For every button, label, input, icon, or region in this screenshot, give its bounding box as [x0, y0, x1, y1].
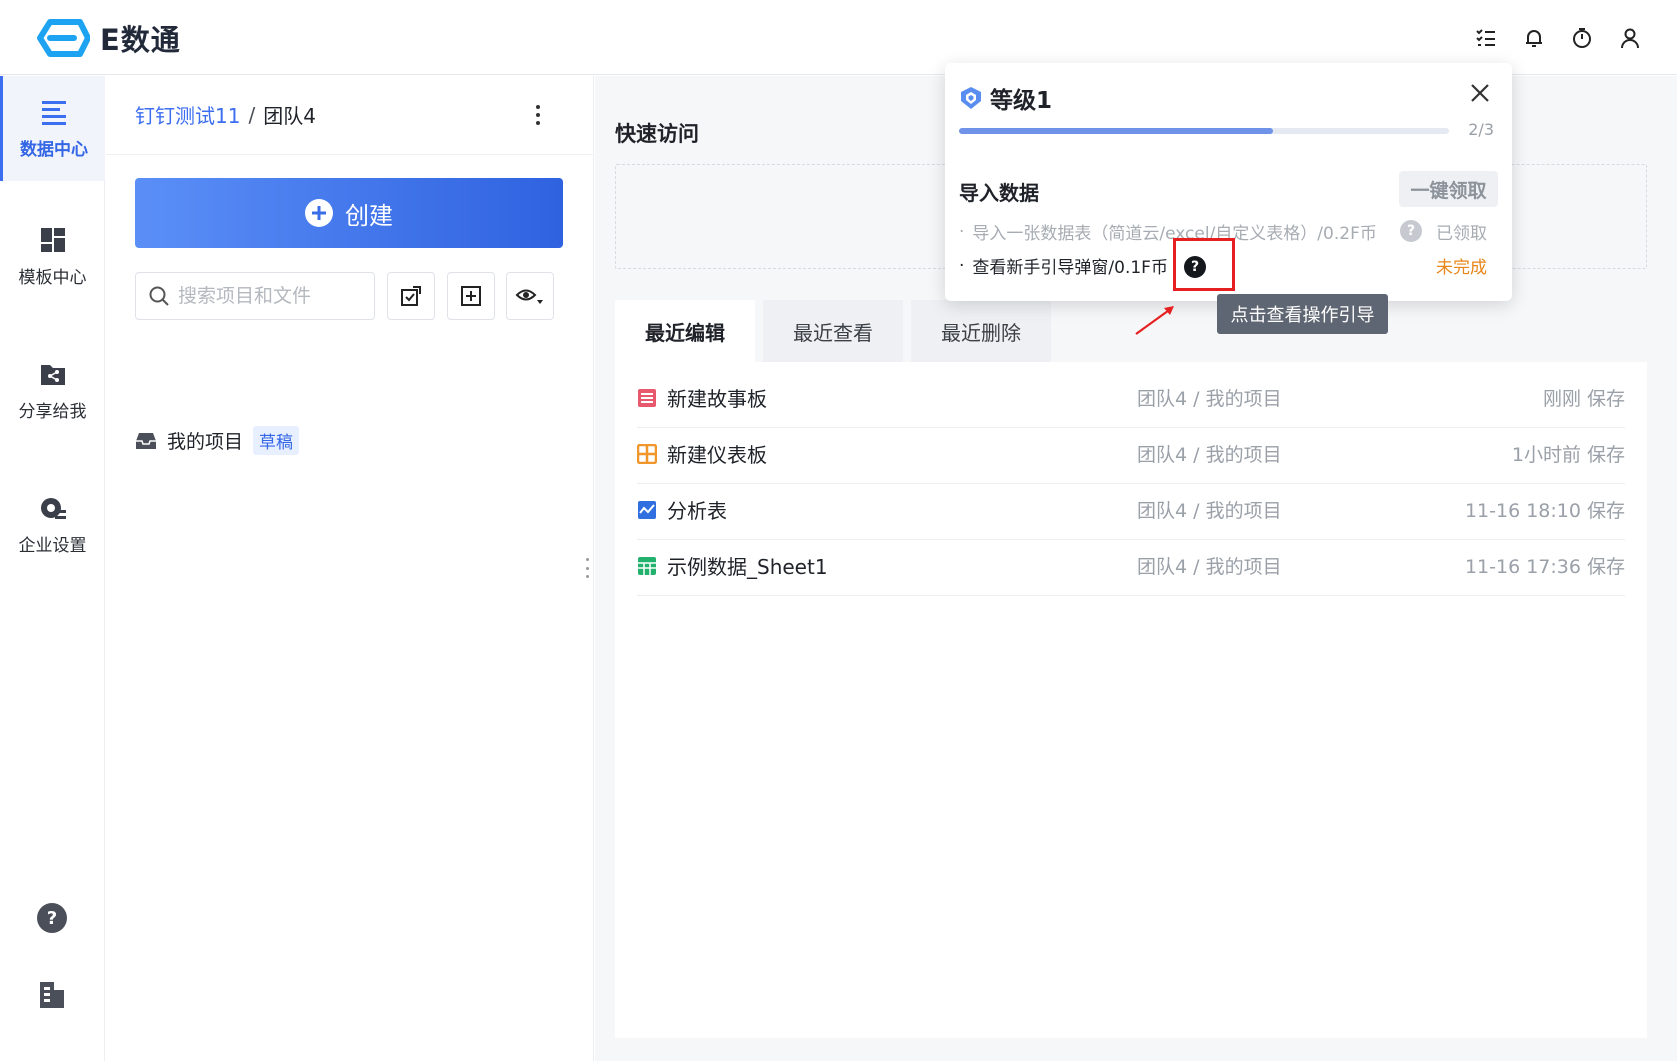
- app-logo[interactable]: E数通: [30, 16, 181, 60]
- analysis-icon: [638, 500, 656, 519]
- task-help-icon[interactable]: ?: [1400, 220, 1422, 242]
- file-time: 1小时前 保存: [1511, 444, 1625, 466]
- file-path: 团队4 / 我的项目: [1137, 388, 1282, 410]
- file-list: 新建故事板 团队4 / 我的项目 刚刚 保存 新建仪表板 团队4 / 我的项目 …: [615, 362, 1647, 1038]
- nav-item-data-center[interactable]: 数据中心: [0, 76, 105, 181]
- breadcrumb-org[interactable]: 钉钉测试11: [135, 100, 240, 129]
- building-icon[interactable]: [36, 978, 68, 1010]
- file-time: 11-16 18:10 保存: [1464, 500, 1625, 522]
- file-path: 团队4 / 我的项目: [1137, 556, 1282, 578]
- nav-item-shared-with-me[interactable]: 分享给我: [0, 338, 105, 443]
- level-badge-icon: [961, 87, 981, 109]
- nav-label: 企业设置: [18, 536, 87, 556]
- task-title: 导入数据: [959, 181, 1039, 205]
- nav-label: 分享给我: [18, 402, 87, 422]
- task-status: 已领取: [1436, 224, 1487, 244]
- timer-icon[interactable]: [1570, 20, 1594, 56]
- project-name: 我的项目: [167, 431, 244, 453]
- left-nav: 数据中心 模板中心 分享给我 企业设置 ?: [0, 76, 105, 1061]
- level-progress-text: 2/3: [1468, 120, 1494, 139]
- tab-recent-edit[interactable]: 最近编辑: [615, 300, 755, 362]
- level-progress-fill: [959, 128, 1273, 134]
- project-item[interactable]: 我的项目 草稿: [135, 426, 300, 455]
- file-time: 刚刚 保存: [1542, 388, 1625, 410]
- claim-all-button[interactable]: 一键领取: [1399, 171, 1498, 207]
- tab-recent-view[interactable]: 最近查看: [763, 300, 903, 362]
- logo-mark-icon: [37, 19, 90, 57]
- task-text: 查看新手引导弹窗/0.1F币: [972, 258, 1168, 278]
- level-progress-bar: [959, 128, 1449, 134]
- divider: [106, 154, 594, 155]
- guide-tooltip: 点击查看操作引导: [1217, 294, 1388, 334]
- file-row[interactable]: 新建仪表板 团队4 / 我的项目 1小时前 保存: [637, 424, 1625, 484]
- view-options-button[interactable]: [506, 272, 554, 320]
- create-button[interactable]: 创建: [135, 178, 563, 248]
- draft-badge: 草稿: [253, 426, 300, 455]
- plus-circle-icon: [305, 199, 333, 227]
- svg-text:?: ?: [47, 908, 57, 929]
- storyboard-icon: [638, 388, 656, 407]
- recent-tabs: 最近编辑 最近查看 最近删除: [615, 300, 1051, 362]
- file-row[interactable]: 分析表 团队4 / 我的项目 11-16 18:10 保存: [637, 480, 1625, 540]
- help-icon[interactable]: ?: [36, 902, 68, 934]
- add-square-icon: [461, 286, 481, 306]
- file-name: 示例数据_Sheet1: [667, 555, 828, 579]
- bell-icon[interactable]: [1522, 20, 1546, 56]
- task-item: · 查看新手引导弹窗/0.1F币: [959, 253, 1168, 279]
- tab-recent-delete[interactable]: 最近删除: [911, 300, 1051, 362]
- breadcrumb: 钉钉测试11 / 团队4: [135, 100, 316, 129]
- file-path: 团队4 / 我的项目: [1137, 444, 1282, 466]
- checkbox-export-icon: [401, 286, 421, 306]
- create-button-label: 创建: [345, 201, 393, 230]
- level-title-text: 等级1: [990, 88, 1053, 114]
- nav-item-enterprise-settings[interactable]: 企业设置: [0, 472, 105, 577]
- project-panel: 钉钉测试11 / 团队4 创建 我的项目 草稿: [106, 76, 594, 1061]
- file-name: 分析表: [667, 499, 727, 523]
- eye-dropdown-icon: [515, 289, 543, 304]
- file-path: 团队4 / 我的项目: [1137, 500, 1282, 522]
- file-name: 新建仪表板: [667, 443, 767, 467]
- share-icon: [40, 365, 65, 385]
- template-icon: [40, 228, 65, 252]
- file-row[interactable]: 新建故事板 团队4 / 我的项目 刚刚 保存: [637, 368, 1625, 428]
- task-status: 未完成: [1436, 258, 1487, 278]
- search-icon: [149, 286, 169, 306]
- breadcrumb-team: 团队4: [263, 104, 316, 128]
- annotation-arrow-icon: [1135, 306, 1174, 335]
- dashboard-icon: [637, 443, 657, 464]
- data-center-icon: [42, 101, 66, 125]
- highlight-annotation-box: [1173, 238, 1235, 291]
- search-box[interactable]: [135, 272, 375, 320]
- search-input[interactable]: [178, 285, 368, 307]
- app-name: E数通: [100, 23, 181, 57]
- nav-item-template-center[interactable]: 模板中心: [0, 204, 105, 309]
- breadcrumb-separator: /: [248, 102, 256, 127]
- resize-handle[interactable]: [586, 558, 590, 578]
- checklist-icon[interactable]: [1474, 20, 1498, 56]
- settings-icon: [40, 498, 66, 519]
- task-item: · 导入一张数据表（简道云/excel/自定义表格）/0.2F币: [959, 219, 1377, 245]
- close-icon[interactable]: [1468, 81, 1492, 105]
- new-folder-button[interactable]: [447, 272, 495, 320]
- level-title: 等级1: [960, 81, 1052, 115]
- nav-label: 数据中心: [20, 140, 88, 160]
- file-row[interactable]: 示例数据_Sheet1 团队4 / 我的项目 11-16 17:36 保存: [637, 536, 1625, 596]
- file-time: 11-16 17:36 保存: [1464, 556, 1625, 578]
- quick-access-title: 快速访问: [615, 122, 699, 146]
- nav-label: 模板中心: [18, 268, 87, 288]
- user-icon[interactable]: [1618, 20, 1642, 56]
- file-name: 新建故事板: [667, 387, 767, 411]
- more-menu-icon[interactable]: [533, 102, 543, 128]
- inbox-icon: [136, 432, 156, 449]
- sheet-icon: [638, 556, 656, 575]
- batch-select-button[interactable]: [387, 272, 435, 320]
